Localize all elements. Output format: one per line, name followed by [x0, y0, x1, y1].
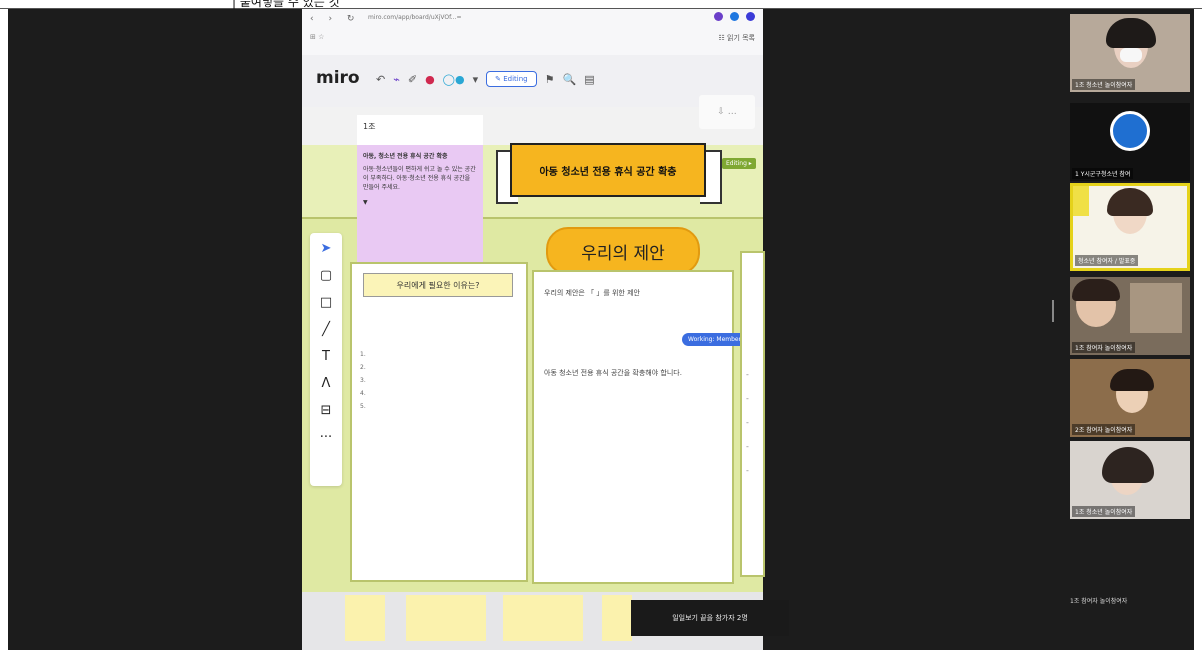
background-object	[1073, 186, 1089, 216]
reason-card[interactable]	[350, 262, 528, 582]
browser-extensions	[714, 12, 755, 21]
participant-hair	[1110, 369, 1154, 391]
participant-logo-icon	[1110, 111, 1150, 151]
cursor-icon[interactable]: ➤	[321, 241, 332, 256]
text-icon[interactable]: T	[322, 349, 330, 364]
sticky-more-icon[interactable]: ▼	[363, 199, 477, 206]
gallery-resize-handle[interactable]	[1052, 300, 1054, 322]
editing-mode-button[interactable]: ✎ Editing	[486, 71, 537, 87]
participant-name: 청소년 참여자 / 발표중	[1075, 255, 1139, 266]
list-item: -	[746, 418, 749, 427]
list-item: 5.	[360, 403, 366, 410]
participant-name: 1조 참여자 놀이참여자	[1072, 342, 1136, 353]
list-item: 4.	[360, 390, 366, 397]
partial-card-right[interactable]: - - - - -	[740, 251, 765, 577]
shape-icon[interactable]: □	[320, 295, 332, 310]
participant-tile[interactable]: 1조 청소년 놀이참여자	[1070, 14, 1190, 92]
color-icon[interactable]: ●	[425, 73, 435, 86]
sticky-title: 아동, 청소년 전용 휴식 공간 확충	[363, 153, 448, 160]
list-item: 1.	[360, 351, 366, 358]
background-shelf	[1130, 283, 1182, 333]
participant-tile[interactable]: 2조 참여자 놀이참여자	[1070, 359, 1190, 437]
collaborator-cursor-chip-blue: Working: Member	[682, 333, 748, 346]
collaborator-cursor-chip: Editing ▸	[722, 158, 756, 169]
miro-left-toolbar: ➤ ▢ □ ╱ T Λ ⊟ ···	[310, 233, 342, 486]
participant-tile[interactable]: 1 Y시군구청소년 참여	[1070, 103, 1190, 181]
list-item: -	[746, 466, 749, 475]
bottom-sticky[interactable]	[503, 595, 583, 641]
sticky-group-header: 1조	[357, 115, 483, 145]
reading-list[interactable]: ☷ 읽기 목록	[719, 33, 756, 43]
undo-icon[interactable]: ↶	[376, 73, 385, 86]
participant-hair	[1107, 188, 1153, 216]
participant-tile[interactable]: 1조 참여자 놀이참여자	[1070, 277, 1190, 355]
bookmark-icons[interactable]: ⊞ ☆	[310, 33, 324, 41]
side-panel-share[interactable]: ⇩ …	[699, 95, 755, 129]
profile-avatar[interactable]	[746, 12, 755, 21]
sticky-body: 아동·청소년들이 편하게 쉬고 놀 수 있는 공간이 부족하다. 아동·청소년 …	[363, 166, 476, 191]
right-card-dash-list: - - - - -	[746, 363, 749, 483]
address-bar[interactable]: miro.com/app/board/uXjVOf...=	[368, 14, 462, 21]
list-item: -	[746, 370, 749, 379]
pen-icon[interactable]: ✐	[408, 73, 417, 86]
reason-card-label: 우리에게 필요한 이유는?	[363, 273, 513, 297]
proposal-card-body: 아동 청소년 전용 휴식 공간을 확충해야 합니다.	[544, 369, 682, 377]
pen-icon[interactable]: ╱	[322, 322, 330, 337]
proposal-cloud-title[interactable]: 우리의 제안	[546, 227, 700, 275]
participant-name: 1조 참여자 놀이참여자	[1070, 598, 1128, 605]
notification-toast: 일일보기 끝을 참가자 2명	[631, 600, 789, 636]
flag-icon[interactable]: ⚑	[545, 73, 555, 86]
participant-tile-active-speaker[interactable]: 청소년 참여자 / 발표중	[1070, 183, 1190, 271]
connector-icon[interactable]: Λ	[322, 376, 331, 391]
sticky-note-icon[interactable]: ▢	[320, 268, 332, 283]
list-item: -	[746, 394, 749, 403]
participant-hair	[1102, 447, 1154, 483]
extension-icon[interactable]	[730, 12, 739, 21]
proposal-card-title: 우리의 제안은 「 」를 위한 제안	[544, 289, 640, 297]
panel-icon[interactable]: ▤	[584, 73, 594, 86]
list-item: 2.	[360, 364, 366, 371]
search-icon[interactable]: 🔍	[562, 73, 576, 86]
participant-hair	[1072, 279, 1120, 301]
browser-chrome: ‹ › ↻ miro.com/app/board/uXjVOf...= ⊞ ☆ …	[302, 9, 763, 56]
participant-tile[interactable]: 1조 청소년 놀이참여자	[1070, 441, 1190, 519]
extension-icon[interactable]	[714, 12, 723, 21]
miro-top-tools: ↶ ⌁ ✐ ● ◯● ▾ ✎ Editing ⚑ 🔍 ▤	[376, 71, 595, 87]
list-item: 3.	[360, 377, 366, 384]
participant-mask	[1120, 48, 1142, 62]
frame-icon[interactable]: ⊟	[321, 403, 332, 418]
participant-name: 1 Y시군구청소년 참여	[1072, 168, 1134, 179]
reason-numbered-list: 1. 2. 3. 4. 5.	[360, 348, 366, 413]
magic-icon[interactable]: ⌁	[393, 73, 400, 86]
miro-logo: miro	[316, 68, 360, 88]
proposal-card[interactable]: 우리의 제안은 「 」를 위한 제안 아동 청소년 전용 휴식 공간을 확충해야…	[532, 270, 734, 584]
bottom-sticky[interactable]	[602, 595, 632, 641]
miro-toolbar: miro ↶ ⌁ ✐ ● ◯● ▾ ✎ Editing ⚑ 🔍 ▤	[302, 55, 763, 107]
collaborators-icon[interactable]: ◯●	[443, 73, 465, 86]
participant-name: 1조 청소년 놀이참여자	[1072, 506, 1136, 517]
participant-name: 1조 청소년 놀이참여자	[1072, 79, 1136, 90]
list-item: -	[746, 442, 749, 451]
chevron-down-icon[interactable]: ▾	[473, 73, 479, 86]
top-caption-strip: | 붙여넣을 수 있는 것	[0, 0, 1202, 9]
banner-title[interactable]: 아동 청소년 전용 휴식 공간 확충	[510, 143, 706, 197]
more-icon[interactable]: ···	[320, 430, 332, 445]
browser-nav-buttons[interactable]: ‹ › ↻	[310, 14, 360, 24]
bottom-sticky[interactable]	[345, 595, 385, 641]
participant-name: 2조 참여자 놀이참여자	[1072, 424, 1136, 435]
participant-hair	[1106, 18, 1156, 48]
bottom-sticky[interactable]	[406, 595, 486, 641]
